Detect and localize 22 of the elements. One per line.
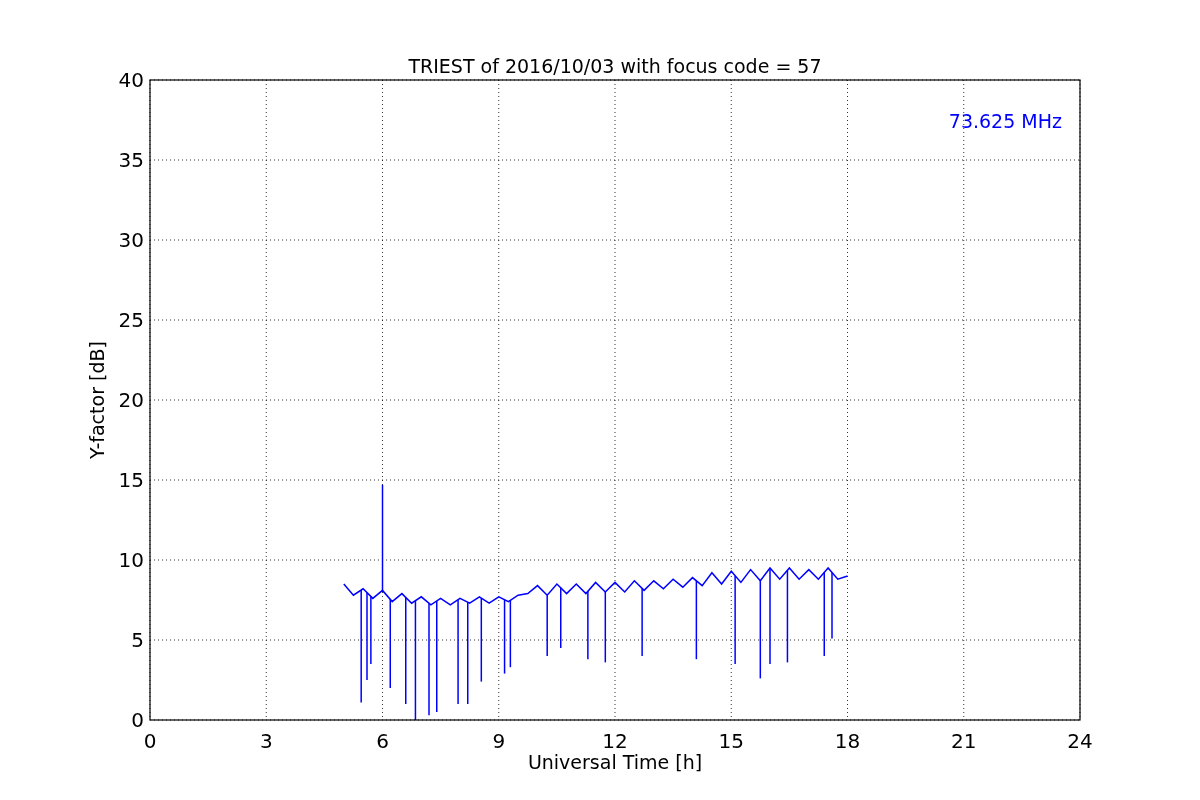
x-tick-label: 24 <box>1067 729 1093 753</box>
x-tick-label: 15 <box>718 729 744 753</box>
y-tick-label: 0 <box>131 708 144 732</box>
x-tick-label: 18 <box>834 729 861 753</box>
x-tick-label: 0 <box>143 729 157 753</box>
chart-title: TRIEST of 2016/10/03 with focus code = 57 <box>408 55 822 77</box>
x-tick-label: 9 <box>492 729 506 753</box>
y-tick-label: 35 <box>118 148 144 172</box>
y-axis-label: Y-factor [dB] <box>86 341 108 459</box>
x-tick-label: 6 <box>376 729 389 753</box>
y-tick-label: 5 <box>131 628 144 652</box>
x-axis-label: Universal Time [h] <box>527 751 703 773</box>
series-label: 73.625 MHz <box>948 110 1062 132</box>
x-tick-label: 3 <box>259 729 273 753</box>
x-tick-label: 21 <box>951 729 977 753</box>
y-tick-label: 10 <box>118 548 144 572</box>
y-tick-label: 20 <box>118 388 144 412</box>
y-tick-label: 25 <box>118 308 144 332</box>
y-tick-label: 40 <box>118 68 144 92</box>
y-tick-label: 15 <box>118 468 144 492</box>
x-tick-label: 12 <box>602 729 628 753</box>
y-tick-label: 30 <box>118 228 144 252</box>
